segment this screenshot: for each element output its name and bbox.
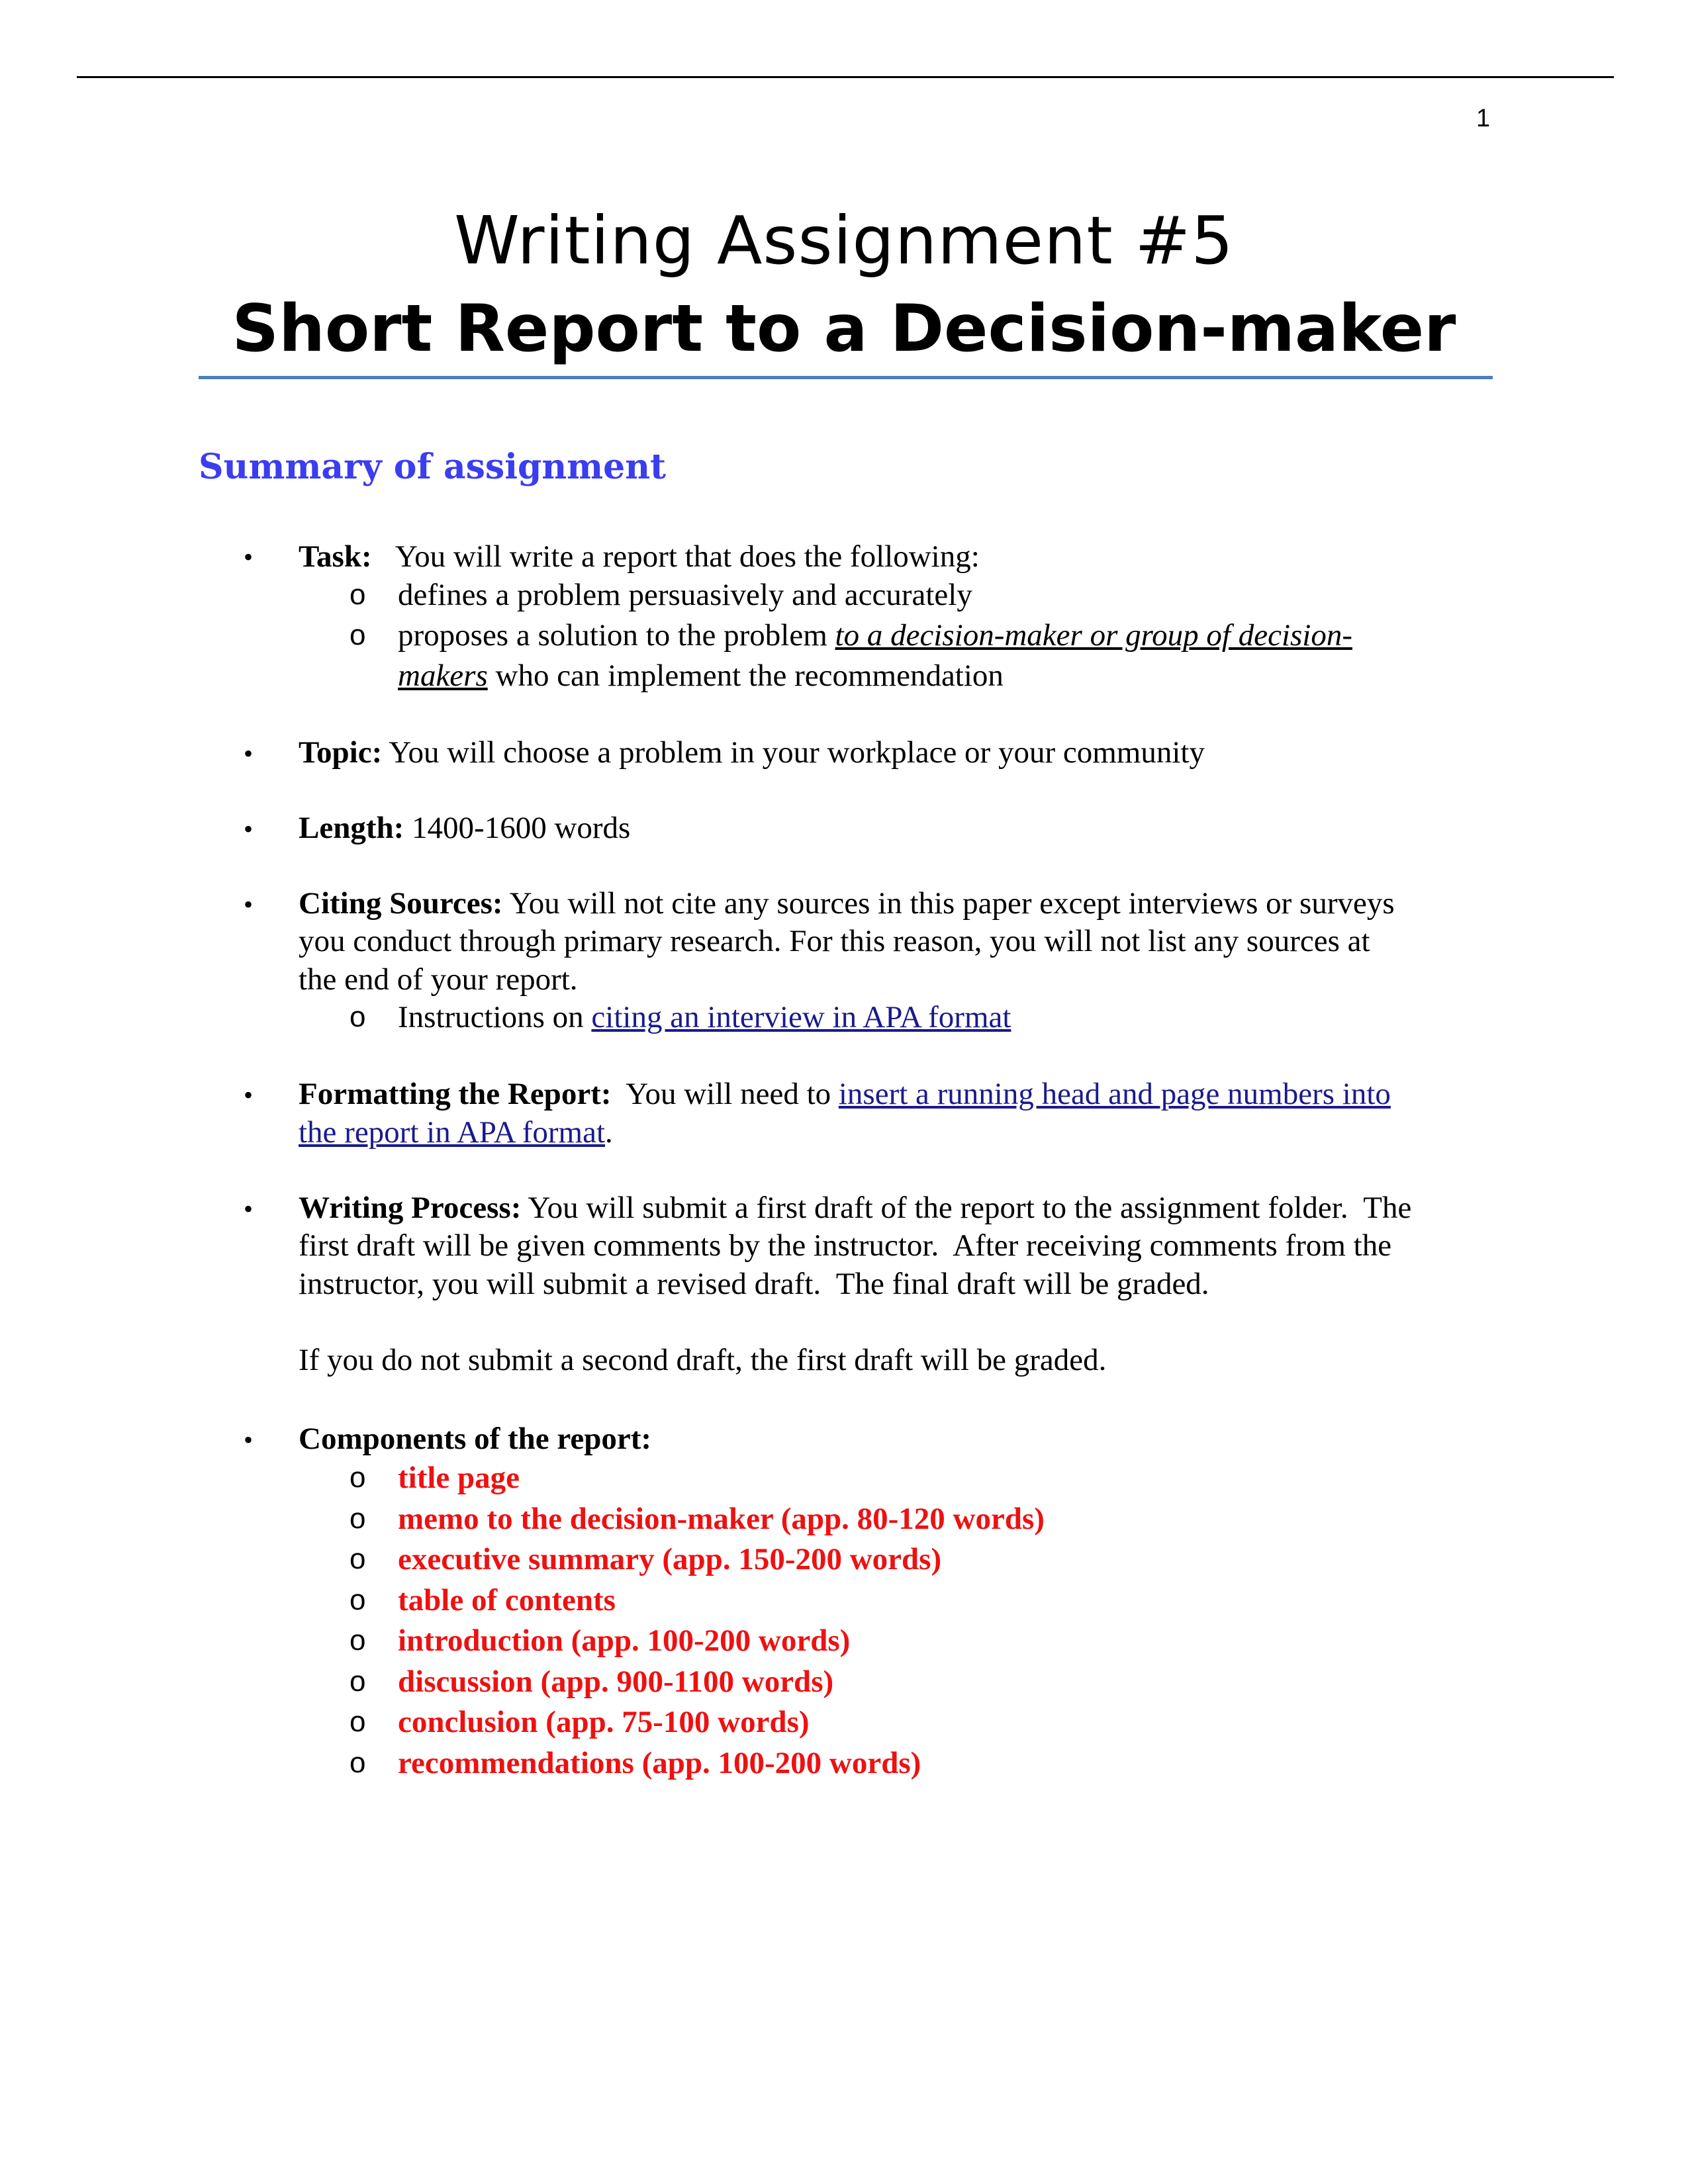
page-number: 1 [1476, 105, 1491, 132]
topic-line: Topic: You will choose a problem in your… [299, 735, 1205, 770]
sub-bullet-icon: o [350, 1502, 366, 1535]
bullet-icon: • [244, 1080, 254, 1110]
component-item: table of contents [398, 1582, 616, 1617]
bullet-icon: • [244, 814, 254, 844]
header-rule [77, 76, 1614, 78]
sub-bullet-icon: o [350, 1706, 366, 1738]
component-item: discussion (app. 900-1100 words) [398, 1664, 834, 1699]
formatting-line-2: the report in APA format. [299, 1115, 613, 1150]
running-head-link-cont[interactable]: the report in APA format [299, 1115, 605, 1150]
bullet-icon: • [244, 889, 254, 919]
task-sub-1: defines a problem persuasively and accur… [398, 578, 972, 612]
section-heading: Summary of assignment [199, 447, 667, 487]
component-item: memo to the decision-maker (app. 80-120 … [398, 1501, 1045, 1536]
sub-bullet-icon: o [350, 1583, 366, 1616]
task-text: You will write a report that does the fo… [395, 539, 980, 574]
sub-bullet-icon: o [350, 1001, 366, 1033]
length-line: Length: 1400-1600 words [299, 811, 631, 845]
sub-bullet-icon: o [350, 1461, 366, 1494]
sub-bullet-icon: o [350, 619, 366, 651]
title-line-2: Short Report to a Decision-maker [232, 291, 1456, 367]
bullet-icon: • [244, 1425, 254, 1455]
bullet-icon: • [244, 1194, 254, 1224]
task-sub-2: proposes a solution to the problem to a … [398, 618, 1352, 653]
component-item: recommendations (app. 100-200 words) [398, 1745, 921, 1780]
citing-line-1: Citing Sources: You will not cite any so… [299, 886, 1395, 921]
task-sub-2-cont: makers who can implement the recommendat… [398, 659, 1004, 693]
title-line-1: Writing Assignment #5 [454, 202, 1234, 279]
task-line: Task: You will write a report that does … [299, 539, 980, 574]
components-label: Components of the report: [299, 1422, 652, 1456]
component-item: conclusion (app. 75-100 words) [398, 1705, 810, 1739]
citing-line-3: the end of your report. [299, 962, 578, 997]
sub-bullet-icon: o [350, 578, 366, 611]
process-line-2: first draft will be given comments by th… [299, 1228, 1392, 1263]
sub-bullet-icon: o [350, 1624, 366, 1657]
component-item: executive summary (app. 150-200 words) [398, 1542, 942, 1576]
component-item: introduction (app. 100-200 words) [398, 1623, 851, 1658]
process-line-4: If you do not submit a second draft, the… [299, 1343, 1107, 1377]
component-item: title page [398, 1461, 520, 1495]
citing-sub: Instructions on citing an interview in A… [398, 1000, 1011, 1034]
bullet-icon: • [244, 542, 254, 572]
title-rule [199, 376, 1493, 379]
sub-bullet-icon: o [350, 1746, 366, 1779]
task-label: Task: [299, 539, 372, 574]
formatting-line-1: Formatting the Report: You will need to … [299, 1077, 1391, 1111]
sub-bullet-icon: o [350, 1543, 366, 1575]
process-line-1: Writing Process: You will submit a first… [299, 1191, 1412, 1225]
citing-line-2: you conduct through primary research. Fo… [299, 924, 1370, 958]
bullet-icon: • [244, 739, 254, 768]
sub-bullet-icon: o [350, 1664, 366, 1698]
citing-interview-link[interactable]: citing an interview in APA format [591, 1000, 1011, 1034]
process-line-3: instructor, you will submit a revised dr… [299, 1267, 1209, 1301]
running-head-link[interactable]: insert a running head and page numbers i… [839, 1077, 1391, 1111]
